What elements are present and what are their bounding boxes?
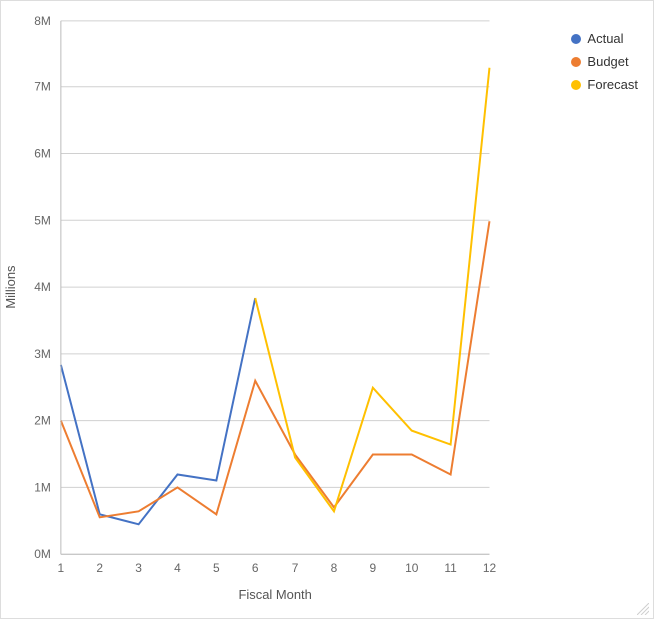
actual-line <box>61 298 255 524</box>
svg-text:2M: 2M <box>34 414 51 428</box>
chart-container: 0M 1M 2M 3M 4M 5M 6M 7M 8M Millions 1 2 … <box>0 0 654 619</box>
svg-text:9: 9 <box>370 561 377 575</box>
svg-text:3: 3 <box>135 561 142 575</box>
svg-text:4: 4 <box>174 561 181 575</box>
budget-label: Budget <box>587 54 628 69</box>
chart-legend: Actual Budget Forecast <box>571 31 638 92</box>
svg-text:12: 12 <box>483 561 497 575</box>
legend-forecast: Forecast <box>571 77 638 92</box>
actual-dot <box>571 34 581 44</box>
svg-text:7M: 7M <box>34 80 51 94</box>
svg-text:3M: 3M <box>34 347 51 361</box>
resize-handle[interactable] <box>637 602 649 614</box>
svg-text:0M: 0M <box>34 547 51 561</box>
legend-actual: Actual <box>571 31 638 46</box>
line-chart: 0M 1M 2M 3M 4M 5M 6M 7M 8M Millions 1 2 … <box>1 1 653 618</box>
svg-text:8: 8 <box>331 561 338 575</box>
y-axis-label: Millions <box>3 266 18 309</box>
forecast-label: Forecast <box>587 77 638 92</box>
svg-text:2: 2 <box>96 561 103 575</box>
actual-label: Actual <box>587 31 623 46</box>
budget-line <box>61 221 490 517</box>
svg-text:5M: 5M <box>34 213 51 227</box>
svg-text:11: 11 <box>444 561 457 575</box>
budget-dot <box>571 57 581 67</box>
svg-text:10: 10 <box>405 561 419 575</box>
svg-text:4M: 4M <box>34 280 51 294</box>
forecast-dot <box>571 80 581 90</box>
svg-text:1: 1 <box>58 561 65 575</box>
svg-text:6M: 6M <box>34 146 51 160</box>
svg-text:7: 7 <box>292 561 299 575</box>
svg-text:1M: 1M <box>34 480 51 494</box>
svg-text:6: 6 <box>252 561 259 575</box>
legend-budget: Budget <box>571 54 638 69</box>
svg-text:5: 5 <box>213 561 220 575</box>
svg-text:8M: 8M <box>34 14 51 28</box>
x-axis-label: Fiscal Month <box>238 587 311 602</box>
